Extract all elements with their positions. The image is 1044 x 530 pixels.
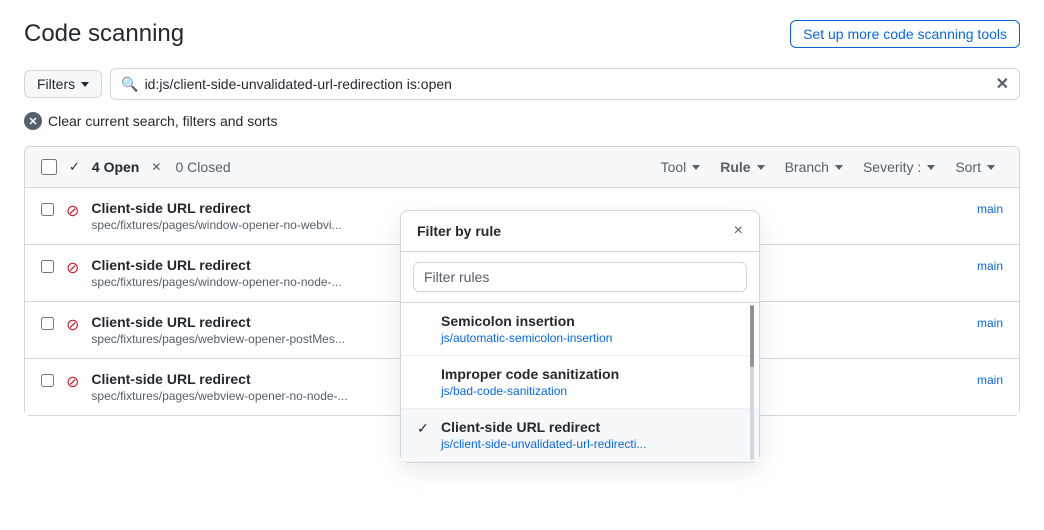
dropdown-search-area — [401, 252, 759, 303]
page-title: Code scanning — [24, 20, 184, 48]
clear-banner: ✕ Clear current search, filters and sort… — [24, 112, 1020, 130]
scrollbar-thumb — [750, 305, 754, 367]
clear-search-icon[interactable]: ✕ — [996, 74, 1009, 94]
rule-chevron-icon — [757, 165, 765, 170]
filter-buttons: Tool Rule Branch Severity : Sort — [653, 155, 1003, 179]
dropdown-item-0-content: Semicolon insertion js/automatic-semicol… — [441, 313, 743, 345]
clear-banner-icon[interactable]: ✕ — [24, 112, 42, 130]
branch-chevron-icon — [835, 165, 843, 170]
dropdown-item-0[interactable]: Semicolon insertion js/automatic-semicol… — [401, 303, 759, 356]
dropdown-list: Semicolon insertion js/automatic-semicol… — [401, 303, 759, 462]
closed-x-icon: ✕ — [151, 160, 161, 174]
dropdown-item-1-content: Improper code sanitization js/bad-code-s… — [441, 366, 743, 398]
severity-label: Severity : — [863, 159, 921, 175]
rule-filter-dropdown: Filter by rule × Semicolon insertion js/… — [400, 210, 760, 463]
row-1-checkbox[interactable] — [41, 260, 54, 273]
filters-button[interactable]: Filters — [24, 70, 102, 98]
dropdown-item-2-check: ✓ — [417, 420, 433, 437]
dropdown-close-button[interactable]: × — [734, 223, 743, 239]
row-0-checkbox[interactable] — [41, 203, 54, 216]
row-3-alert-icon: ⊘ — [66, 372, 79, 392]
sort-button[interactable]: Sort — [947, 155, 1003, 179]
dropdown-search-input[interactable] — [413, 262, 747, 292]
clear-banner-label: Clear current search, filters and sorts — [48, 113, 278, 129]
row-0-alert-icon: ⊘ — [66, 201, 79, 221]
sort-label: Sort — [955, 159, 981, 175]
page-header: Code scanning Set up more code scanning … — [24, 20, 1020, 48]
dropdown-item-1-sub: js/bad-code-sanitization — [441, 384, 743, 398]
filters-chevron-icon — [81, 82, 89, 87]
check-icon: ✓ — [69, 159, 80, 175]
select-all-checkbox[interactable] — [41, 159, 57, 175]
dropdown-item-0-sub: js/automatic-semicolon-insertion — [441, 331, 743, 345]
rule-label: Rule — [720, 159, 750, 175]
dropdown-title: Filter by rule — [417, 223, 501, 239]
row-3-checkbox[interactable] — [41, 374, 54, 387]
dropdown-item-1[interactable]: Improper code sanitization js/bad-code-s… — [401, 356, 759, 409]
search-row: Filters 🔍 ✕ — [24, 68, 1020, 100]
search-input[interactable] — [145, 76, 990, 92]
filters-label: Filters — [37, 76, 75, 92]
closed-count: 0 Closed — [175, 159, 230, 175]
dropdown-item-2-title: Client-side URL redirect — [441, 419, 743, 435]
dropdown-item-1-title: Improper code sanitization — [441, 366, 743, 382]
dropdown-item-0-title: Semicolon insertion — [441, 313, 743, 329]
branch-filter-button[interactable]: Branch — [777, 155, 851, 179]
tool-filter-button[interactable]: Tool — [653, 155, 709, 179]
dropdown-header: Filter by rule × — [401, 211, 759, 252]
dropdown-item-2-content: Client-side URL redirect js/client-side-… — [441, 419, 743, 451]
scrollbar[interactable] — [749, 303, 755, 462]
open-count: 4 Open — [92, 159, 139, 175]
setup-code-scanning-button[interactable]: Set up more code scanning tools — [790, 20, 1020, 48]
row-3-branch: main — [977, 373, 1003, 387]
severity-chevron-icon — [927, 165, 935, 170]
table-header: ✓ 4 Open ✕ 0 Closed Tool Rule Branch Se — [25, 147, 1019, 188]
row-0-branch: main — [977, 202, 1003, 216]
search-icon: 🔍 — [121, 76, 138, 93]
search-bar: 🔍 ✕ — [110, 68, 1020, 100]
row-1-alert-icon: ⊘ — [66, 258, 79, 278]
row-1-branch: main — [977, 259, 1003, 273]
row-2-branch: main — [977, 316, 1003, 330]
dropdown-item-2[interactable]: ✓ Client-side URL redirect js/client-sid… — [401, 409, 759, 462]
scrollbar-track — [750, 305, 754, 460]
branch-label: Branch — [785, 159, 829, 175]
row-2-checkbox[interactable] — [41, 317, 54, 330]
dropdown-item-2-sub: js/client-side-unvalidated-url-redirecti… — [441, 437, 743, 451]
tool-label: Tool — [661, 159, 687, 175]
sort-chevron-icon — [987, 165, 995, 170]
tool-chevron-icon — [692, 165, 700, 170]
severity-filter-button[interactable]: Severity : — [855, 155, 943, 179]
row-2-alert-icon: ⊘ — [66, 315, 79, 335]
rule-filter-button[interactable]: Rule — [712, 155, 772, 179]
